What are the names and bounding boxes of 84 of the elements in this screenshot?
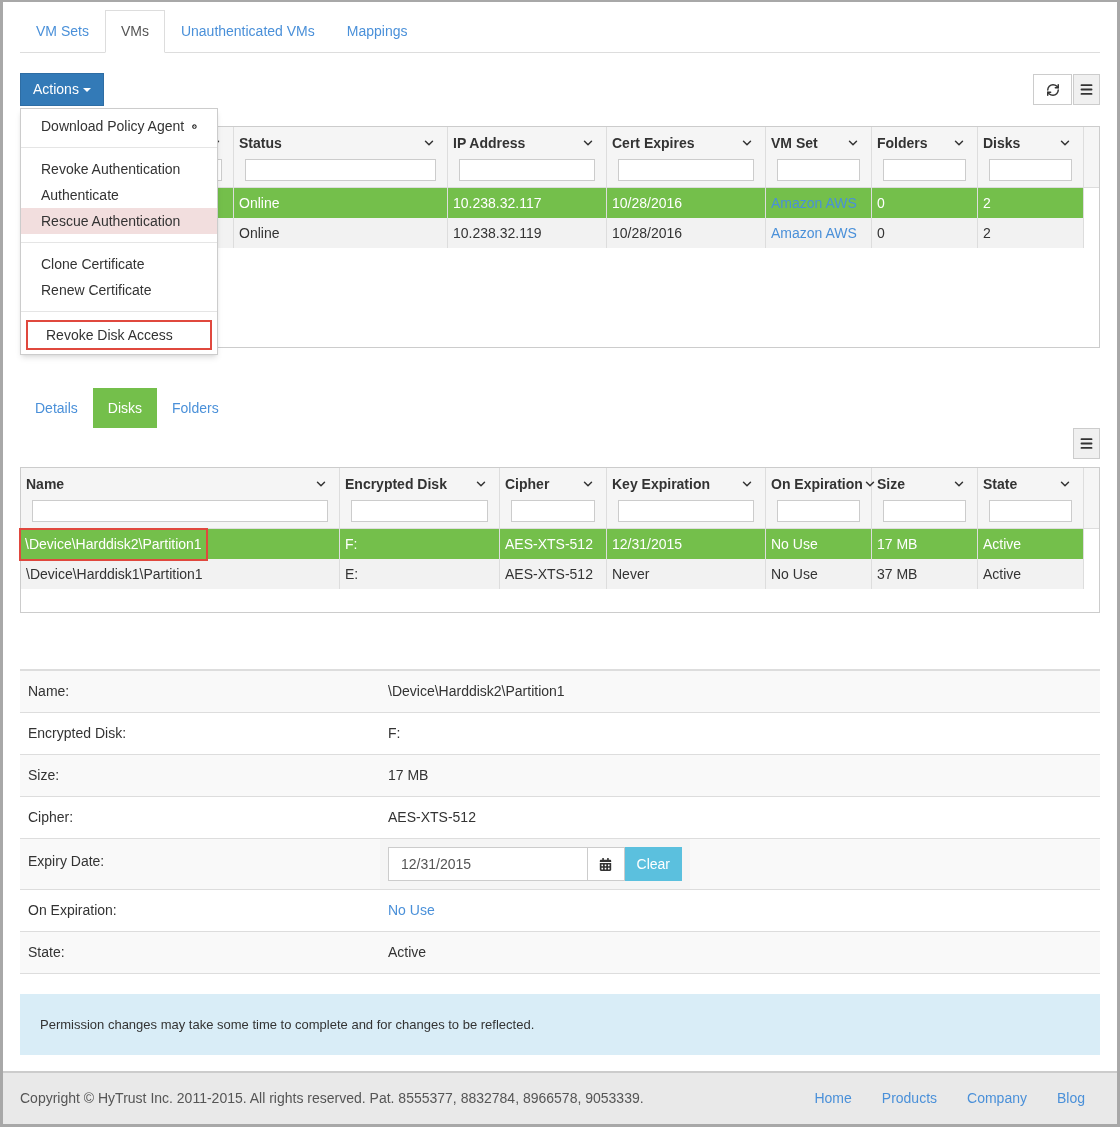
detail-label: On Expiration: [28,902,117,918]
detail-label: Size: [28,767,60,783]
table-cell-text: 0 [877,223,885,243]
detail-value: AES-XTS-512 [388,809,476,825]
column-header[interactable]: Name [26,473,65,495]
table-cell-text: F: [345,534,358,554]
column-header[interactable]: Key Expiration [612,473,711,495]
menu-button[interactable] [1073,428,1100,459]
menu-icon [1079,436,1094,451]
menu-item[interactable]: Download Policy Agent [21,113,217,139]
table-cell-text: 2 [983,193,991,213]
filter-field[interactable] [989,500,1072,522]
menu-item[interactable]: Revoke Disk Access [26,320,212,350]
detail-value: \Device\Harddisk2\Partition1 [388,683,565,699]
menu-item[interactable]: Revoke Authentication [21,156,217,182]
table-cell: \Device\Harddisk2\Partition1 [19,527,208,561]
table-cell-text: 10.238.32.117 [453,193,542,213]
table-cell-text: AES-XTS-512 [505,534,593,554]
table-cell-text: \Device\Harddisk1\Partition1 [26,564,203,584]
table-cell-text: 10/28/2016 [612,223,683,243]
calendar-icon [599,857,613,871]
column-header[interactable]: Disks [983,132,1021,154]
table-cell-text: 17 MB [877,534,918,554]
filter-field[interactable] [511,500,595,522]
filter-field[interactable] [989,159,1072,181]
filter-field[interactable] [883,500,966,522]
menu-item[interactable]: Rescue Authentication [21,208,217,234]
table-cell-text: Never [612,564,650,584]
tab[interactable]: VMs [104,10,165,53]
filter-field[interactable] [618,500,754,522]
table-cell-text: 2 [983,223,991,243]
date-field[interactable]: 12/31/2015 [388,847,588,881]
column-header[interactable]: Cert Expires [612,132,695,154]
detail-label: Cipher: [28,809,74,825]
column-header[interactable]: Folders [877,132,928,154]
table-cell-text: 37 MB [877,564,918,584]
table-cell-text: 10/28/2016 [612,193,683,213]
table-cell-text: Active [983,564,1022,584]
detail-label: Expiry Date: [28,853,105,869]
notice-text: Permission changes may take some time to complete and for changes to be reflected. [40,1015,535,1034]
filter-field[interactable] [32,500,328,522]
tab[interactable]: Unauthenticated VMs [164,10,331,53]
column-header[interactable]: Status [239,132,282,154]
column-header[interactable]: Encrypted Disk [345,473,447,495]
table-cell-text: 0 [877,193,885,213]
filter-field[interactable] [459,159,595,181]
menu-button[interactable] [1073,74,1100,105]
filter-field[interactable] [883,159,966,181]
refresh-button[interactable] [1033,74,1072,105]
table-cell-text: Online [239,193,280,213]
column-header[interactable]: VM Set [771,132,818,154]
filter-field[interactable] [618,159,754,181]
column-header[interactable]: Size [877,473,905,495]
table-cell-text: Active [983,534,1022,554]
detail-value: Active [388,944,427,960]
table-cell-text: No Use [771,564,818,584]
table-cell-text: No Use [771,534,818,554]
table-cell-text: 10.238.32.119 [453,223,542,243]
detail-label: Encrypted Disk: [28,725,127,741]
filter-field[interactable] [777,500,860,522]
column-header[interactable]: State [983,473,1018,495]
detail-label: State: [28,944,65,960]
table-cell-text: E: [345,564,359,584]
column-header[interactable]: Cipher [505,473,550,495]
copyright-text: Copyright © HyTrust Inc. 2011-2015. All rights reserved. Pat. 8555377, 8832784, 8966578, 9053339. [20,1089,644,1108]
menu-item[interactable]: Renew Certificate [21,277,217,303]
filter-field[interactable] [351,500,488,522]
refresh-icon [1045,82,1060,97]
caret-icon [82,87,91,92]
calendar-button[interactable] [588,847,625,881]
column-header[interactable]: On Expiration [771,473,863,495]
table-cell-text: Online [239,223,280,243]
table-cell-text: 12/31/2015 [612,534,683,554]
menu-item[interactable]: Clone Certificate [21,251,217,277]
table-row[interactable]: \Device\Harddisk1\Partition1 E: AES-XTS-512 Never No Use 37 MB Active [21,559,1084,589]
detail-value: 17 MB [388,767,429,783]
filter-field[interactable] [245,159,436,181]
detail-value: F: [388,725,401,741]
filter-field[interactable] [777,159,860,181]
table-cell-text: AES-XTS-512 [505,564,593,584]
actions-button[interactable]: Actions [20,73,104,106]
column-header[interactable]: IP Address [453,132,526,154]
detail-label: Name: [28,683,70,699]
menu-icon [1079,82,1094,97]
